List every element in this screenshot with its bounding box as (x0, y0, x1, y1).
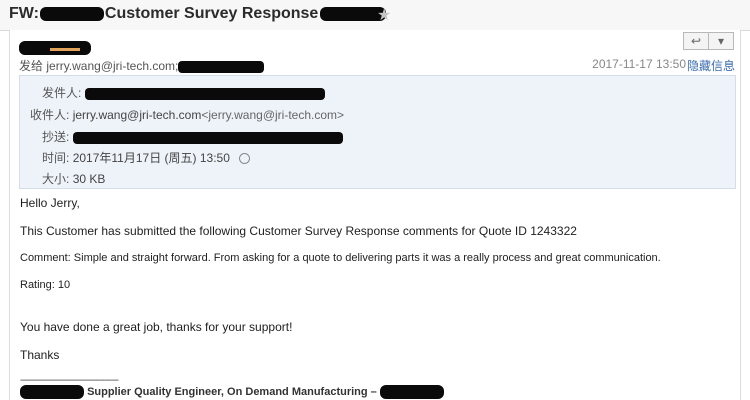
size-row: 大小: 30 KB (42, 170, 105, 187)
message-date: 2017-11-17 13:50 (592, 57, 686, 71)
from-label: 发件人: (42, 86, 82, 100)
cc-label: 抄送: (42, 130, 70, 144)
recipient-label: 收件人: (30, 108, 70, 122)
message-details: 发件人: 收件人: jerry.wang@jri-tech.com<jerry.… (19, 75, 736, 189)
star-icon[interactable]: ★ (377, 5, 391, 25)
rating-text: Rating: 10 (20, 279, 71, 291)
signature-line: Supplier Quality Engineer, On Demand Man… (20, 385, 444, 399)
to-label: 发给 (19, 59, 44, 73)
signature-text: Supplier Quality Engineer, On Demand Man… (87, 385, 377, 398)
time-value: 2017年11月17日 (周五) 13:50 (72, 151, 230, 165)
recipient-summary: 发给 jerry.wang@jri-tech.com; (19, 57, 265, 74)
redaction-block (39, 7, 104, 21)
cc-row: 抄送: (42, 128, 343, 145)
redaction-block (20, 385, 84, 399)
time-row: 时间: 2017年11月17日 (周五) 13:50 (42, 149, 251, 166)
redaction-block (72, 131, 343, 144)
greeting: Hello Jerry, (20, 196, 80, 210)
from-row: 发件人: (42, 84, 325, 101)
body-line: This Customer has submitted the followin… (20, 224, 577, 238)
recipient-row: 收件人: jerry.wang@jri-tech.com<jerry.wang@… (30, 106, 344, 123)
redaction-block (84, 87, 325, 100)
clock-icon[interactable] (239, 153, 251, 165)
mail-card: ↩ ▾ 发给 jerry.wang@jri-tech.com; 2017-11-… (9, 30, 741, 400)
body-line: You have done a great job, thanks for yo… (20, 320, 293, 334)
time-label: 时间: (42, 151, 70, 165)
sender-underline (50, 48, 80, 51)
subject-bar: FW: Customer Survey Response ★ (0, 0, 750, 31)
subject-title: FW: Customer Survey Response (9, 5, 387, 23)
to-address[interactable]: jerry.wang@jri-tech.com; (46, 59, 178, 73)
reply-button-group: ↩ ▾ (683, 32, 734, 50)
size-label: 大小: (42, 172, 70, 186)
recipient-email: <jerry.wang@jri-tech.com> (201, 108, 345, 122)
recipient-value[interactable]: jerry.wang@jri-tech.com (73, 108, 202, 122)
redaction-block (178, 60, 265, 73)
closing-text: Thanks (20, 348, 60, 362)
subject-prefix: FW: (9, 5, 39, 22)
redaction-block (379, 385, 444, 399)
chevron-down-icon[interactable]: ▾ (709, 32, 734, 50)
subject-text: Customer Survey Response (104, 5, 319, 22)
hide-info-link[interactable]: 隐藏信息 (687, 57, 735, 74)
comment-text: Comment: Simple and straight forward. Fr… (20, 252, 661, 264)
reply-icon[interactable]: ↩ (683, 32, 709, 50)
size-value: 30 KB (72, 172, 106, 186)
